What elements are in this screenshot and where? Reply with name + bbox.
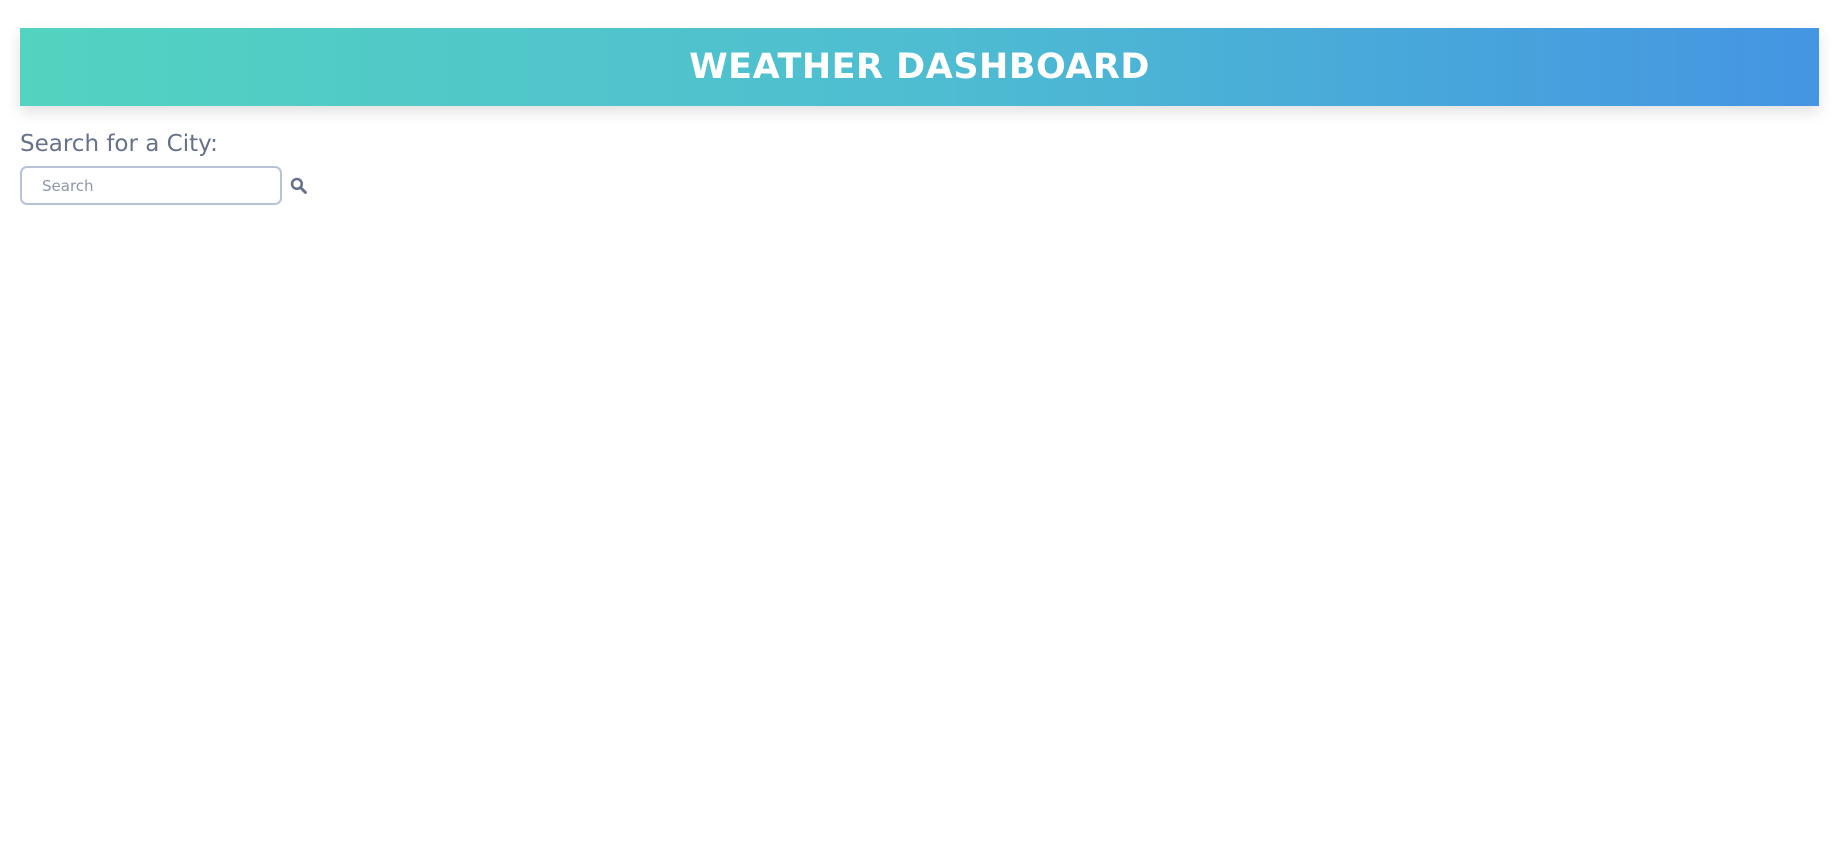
search-row: [20, 166, 1817, 205]
page-title: WEATHER DASHBOARD: [689, 47, 1150, 87]
search-icon: [290, 177, 307, 194]
search-button[interactable]: [285, 173, 311, 199]
page: WEATHER DASHBOARD Search for a City:: [0, 0, 1837, 858]
search-label: Search for a City:: [20, 131, 218, 157]
search-section: Search for a City:: [20, 130, 1817, 205]
search-input[interactable]: [20, 166, 282, 205]
app-header: WEATHER DASHBOARD: [20, 28, 1819, 106]
